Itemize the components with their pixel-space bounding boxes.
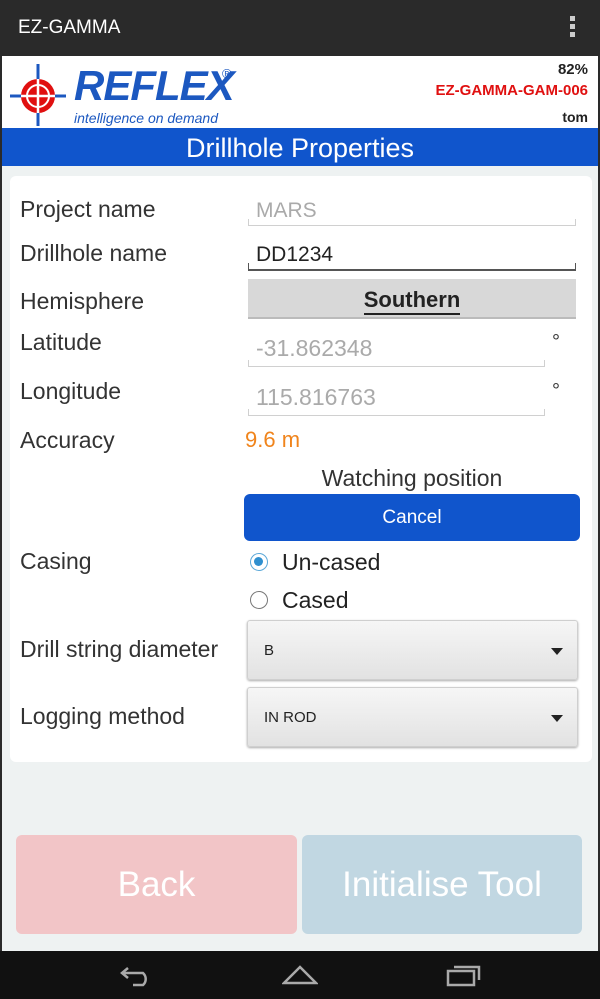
hemisphere-value: Southern	[363, 287, 461, 315]
drill-string-diameter-value: B	[264, 642, 275, 659]
longitude-field: 115.816763	[248, 384, 545, 416]
system-nav-bar	[0, 951, 600, 999]
hemisphere-label: Hemisphere	[20, 288, 144, 314]
radio-cased[interactable]: Cased	[250, 586, 348, 614]
project-name-label: Project name	[20, 196, 156, 222]
crosshair-logo-icon	[10, 64, 66, 126]
radio-uncased-label: Un-cased	[282, 548, 381, 575]
logging-method-value: IN ROD	[264, 709, 317, 726]
accuracy-label: Accuracy	[20, 427, 115, 453]
logging-method-label: Logging method	[20, 703, 185, 729]
page-title: Drillhole Properties	[0, 128, 600, 166]
logo-wordmark: REFLEX	[74, 62, 235, 109]
app-title-bar: EZ-GAMMA	[0, 0, 600, 56]
cancel-button[interactable]: Cancel	[244, 494, 580, 541]
project-name-field: MARS	[248, 199, 576, 226]
back-button[interactable]: Back	[16, 835, 297, 934]
nav-recents-icon[interactable]	[446, 963, 482, 987]
latitude-field: -31.862348	[248, 335, 545, 367]
overflow-menu-icon[interactable]	[568, 16, 576, 40]
device-id: EZ-GAMMA-GAM-006	[435, 82, 589, 99]
radio-cased-label: Cased	[282, 586, 349, 613]
nav-back-icon[interactable]	[119, 963, 155, 987]
dropdown-caret-icon	[551, 648, 563, 655]
longitude-label: Longitude	[20, 378, 122, 404]
initialise-tool-button[interactable]: Initialise Tool	[302, 835, 582, 934]
logo-registered-mark: ®	[222, 66, 232, 81]
user-name: tom	[562, 109, 588, 125]
latitude-degree-unit: °	[552, 331, 560, 353]
drill-string-diameter-label: Drill string diameter	[20, 636, 219, 662]
longitude-degree-unit: °	[552, 380, 560, 402]
logo-tagline: intelligence on demand	[74, 110, 218, 126]
accuracy-value: 9.6 m	[245, 427, 301, 452]
latitude-label: Latitude	[20, 329, 102, 355]
nav-home-icon[interactable]	[282, 963, 318, 987]
dropdown-caret-icon	[551, 715, 563, 722]
radio-selected-icon[interactable]	[250, 553, 268, 571]
radio-uncased[interactable]: Un-cased	[250, 548, 380, 576]
logging-method-select[interactable]: IN ROD	[247, 687, 578, 747]
hemisphere-toggle[interactable]: Southern	[248, 279, 576, 319]
drill-string-diameter-select[interactable]: B	[247, 620, 578, 680]
radio-unselected-icon[interactable]	[250, 591, 268, 609]
brand-header: REFLEX ® intelligence on demand 82% EZ-G…	[0, 56, 600, 128]
watching-position-status: Watching position	[321, 465, 503, 491]
battery-level: 82%	[557, 61, 588, 78]
app-title: EZ-GAMMA	[18, 17, 121, 38]
casing-label: Casing	[20, 548, 92, 574]
drillhole-name-input[interactable]: DD1234	[248, 243, 576, 271]
drillhole-name-label: Drillhole name	[20, 240, 168, 266]
